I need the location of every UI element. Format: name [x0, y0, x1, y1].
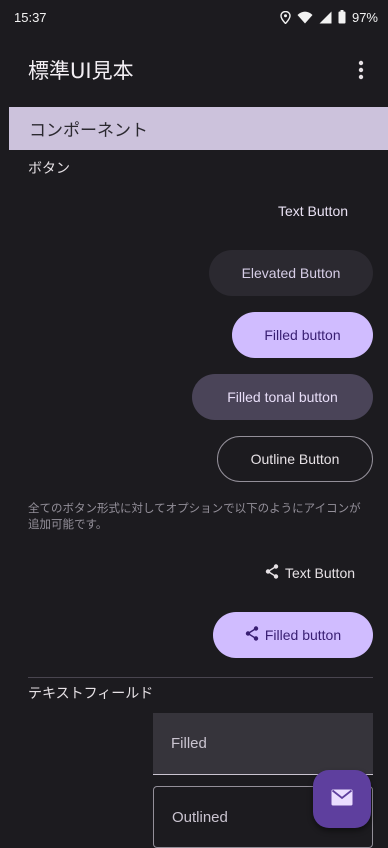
filled-button-with-icon-label: Filled button: [264, 627, 342, 643]
mail-fab[interactable]: [313, 770, 371, 828]
text-button[interactable]: Text Button: [253, 188, 373, 234]
textfields-heading: テキストフィールド: [28, 686, 154, 702]
top-app-bar: 標準UI見本: [0, 34, 388, 106]
buttons-heading: ボタン: [28, 161, 70, 177]
text-button-with-icon-label: Text Button: [284, 565, 356, 581]
filled-text-field[interactable]: Filled: [153, 713, 373, 775]
icon-option-description: 全てのボタン形式に対してオプションで以下のようにアイコンが追加可能です。: [28, 501, 361, 531]
wifi-icon: [297, 11, 313, 24]
share-icon: [265, 564, 279, 582]
outlined-text-field-placeholder: Outlined: [172, 808, 228, 826]
outline-button-label: Outline Button: [250, 451, 340, 467]
outline-button[interactable]: Outline Button: [217, 436, 373, 482]
section-header-components: コンポーネント: [9, 107, 388, 150]
status-time: 15:37: [14, 9, 47, 25]
signal-icon: [319, 11, 332, 24]
share-icon: [245, 626, 259, 644]
filled-button-label: Filled button: [264, 327, 341, 343]
app-screen: 15:37 97% 標準UI見本 コンポーネント ボタン Text Button…: [0, 0, 388, 848]
status-bar: 15:37 97%: [0, 0, 388, 34]
elevated-button[interactable]: Elevated Button: [209, 250, 373, 296]
status-icons: 97%: [280, 10, 378, 25]
battery-icon: [338, 10, 346, 24]
text-button-label: Text Button: [277, 203, 349, 219]
filled-button[interactable]: Filled button: [232, 312, 373, 358]
elevated-button-label: Elevated Button: [241, 265, 341, 281]
section-divider: [28, 677, 373, 678]
filled-text-field-placeholder: Filled: [171, 735, 207, 752]
location-icon: [280, 10, 291, 24]
app-title: 標準UI見本: [28, 59, 134, 83]
filled-tonal-button-label: Filled tonal button: [227, 389, 338, 405]
mail-icon: [331, 789, 353, 810]
text-button-with-icon[interactable]: Text Button: [247, 550, 373, 596]
battery-level: 97%: [351, 9, 378, 25]
filled-button-with-icon[interactable]: Filled button: [213, 612, 373, 658]
filled-tonal-button[interactable]: Filled tonal button: [192, 374, 373, 420]
more-vert-icon[interactable]: [350, 55, 372, 85]
